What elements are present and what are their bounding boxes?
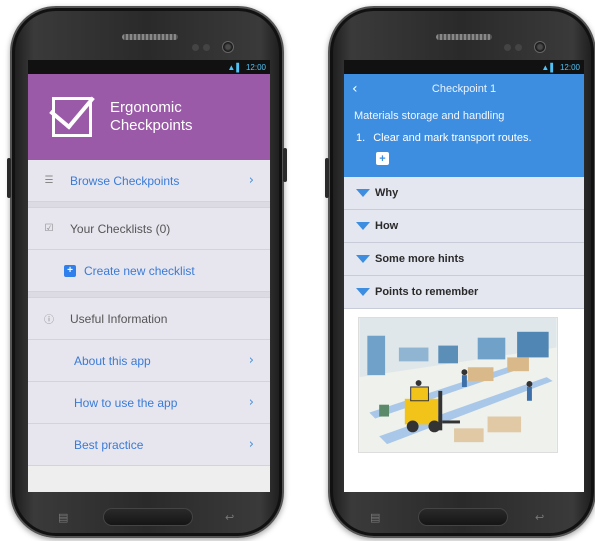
caret-down-icon: [356, 288, 370, 296]
checkpoint-text: Clear and mark transport routes.: [373, 132, 532, 144]
caret-down-icon: [356, 222, 370, 230]
section-points-to-remember[interactable]: Points to remember: [344, 276, 584, 309]
chevron-right-icon: ›: [248, 353, 254, 368]
browse-checkpoints-item[interactable]: ☰ Browse Checkpoints ›: [28, 160, 270, 202]
app-title-line1: Ergonomic: [110, 99, 182, 116]
checkbox-icon: ☑: [44, 223, 54, 234]
info-icon: ⓘ: [44, 315, 54, 326]
status-time: 12:00: [245, 62, 266, 72]
about-app-item[interactable]: About this app ›: [28, 340, 270, 382]
proximity-sensor: [504, 44, 511, 51]
status-time: 12:00: [559, 62, 580, 72]
back-key-icon[interactable]: ↩: [225, 511, 234, 524]
best-practice-label: Best practice: [74, 437, 144, 452]
create-checklist-item[interactable]: + Create new checklist: [28, 250, 270, 292]
light-sensor: [203, 44, 210, 51]
chevron-right-icon: ›: [248, 173, 254, 188]
checkpoint-category: Materials storage and handling: [354, 110, 505, 122]
menu-key-icon[interactable]: ▤: [370, 511, 380, 524]
section-how-label: How: [375, 220, 399, 232]
useful-information-label: Useful Information: [70, 311, 168, 326]
section-how[interactable]: How: [344, 210, 584, 243]
app-title-line2: Checkpoints: [110, 117, 193, 134]
volume-button[interactable]: [325, 158, 329, 198]
your-checklists-item: ☑ Your Checklists (0): [28, 208, 270, 250]
proximity-sensor: [192, 44, 199, 51]
signal-icon: ▲▌: [541, 62, 557, 72]
signal-icon: ▲▌: [227, 62, 243, 72]
left-phone: ▲▌ 12:00 Ergonomic Checkpoints ☰ Browse …: [7, 6, 287, 538]
create-checklist-label: Create new checklist: [84, 263, 195, 278]
warehouse-forklift-illustration: [358, 317, 558, 453]
home-button[interactable]: [103, 508, 193, 526]
app-header: Ergonomic Checkpoints: [28, 74, 270, 160]
app-title: Ergonomic Checkpoints: [110, 99, 193, 135]
light-sensor: [515, 44, 522, 51]
caret-down-icon: [356, 255, 370, 263]
nav-bar: ‹ Checkpoint 1: [344, 74, 584, 104]
section-more-hints[interactable]: Some more hints: [344, 243, 584, 276]
nav-title: Checkpoint 1: [431, 83, 497, 95]
list-icon: ☰: [44, 175, 54, 186]
section-more-hints-label: Some more hints: [375, 253, 465, 265]
illustration-wrap: [344, 309, 584, 453]
front-camera: [534, 41, 546, 53]
add-to-checklist-icon[interactable]: +: [376, 152, 389, 165]
about-app-label: About this app: [74, 353, 151, 368]
best-practice-item[interactable]: Best practice ›: [28, 424, 270, 466]
checkbox-logo-icon: [49, 82, 95, 137]
checkpoint-item: 1. Clear and mark transport routes.: [356, 132, 574, 144]
left-screen: ▲▌ 12:00 Ergonomic Checkpoints ☰ Browse …: [28, 60, 270, 492]
status-bar: ▲▌ 12:00: [344, 60, 584, 74]
home-button[interactable]: [418, 508, 508, 526]
volume-button[interactable]: [7, 158, 11, 198]
front-camera: [222, 41, 234, 53]
back-key-icon[interactable]: ↩: [535, 511, 544, 524]
menu: ☰ Browse Checkpoints › ☑ Your Checklists…: [28, 160, 270, 466]
speaker-grille: [122, 34, 178, 40]
your-checklists-label: Your Checklists (0): [70, 221, 171, 236]
browse-checkpoints-label: Browse Checkpoints: [70, 173, 180, 188]
right-screen: ▲▌ 12:00 ‹ Checkpoint 1 Materials storag…: [344, 60, 584, 492]
power-button[interactable]: [283, 148, 287, 182]
chevron-left-icon[interactable]: ‹: [352, 81, 358, 97]
how-to-use-item[interactable]: How to use the app ›: [28, 382, 270, 424]
chevron-right-icon: ›: [248, 437, 254, 452]
how-to-use-label: How to use the app: [74, 395, 178, 410]
useful-information-item: ⓘ Useful Information: [28, 298, 270, 340]
section-points-label: Points to remember: [375, 286, 479, 298]
status-bar: ▲▌ 12:00: [28, 60, 270, 74]
menu-key-icon[interactable]: ▤: [58, 511, 68, 524]
plus-icon: +: [64, 264, 76, 277]
checkpoint-number: 1.: [356, 132, 366, 144]
chevron-right-icon: ›: [248, 395, 254, 410]
section-why[interactable]: Why: [344, 177, 584, 210]
section-why-label: Why: [375, 187, 399, 199]
right-phone: ▲▌ 12:00 ‹ Checkpoint 1 Materials storag…: [325, 6, 595, 538]
speaker-grille: [436, 34, 492, 40]
checkpoint-panel: Materials storage and handling 1. Clear …: [344, 104, 584, 177]
caret-down-icon: [356, 189, 370, 197]
